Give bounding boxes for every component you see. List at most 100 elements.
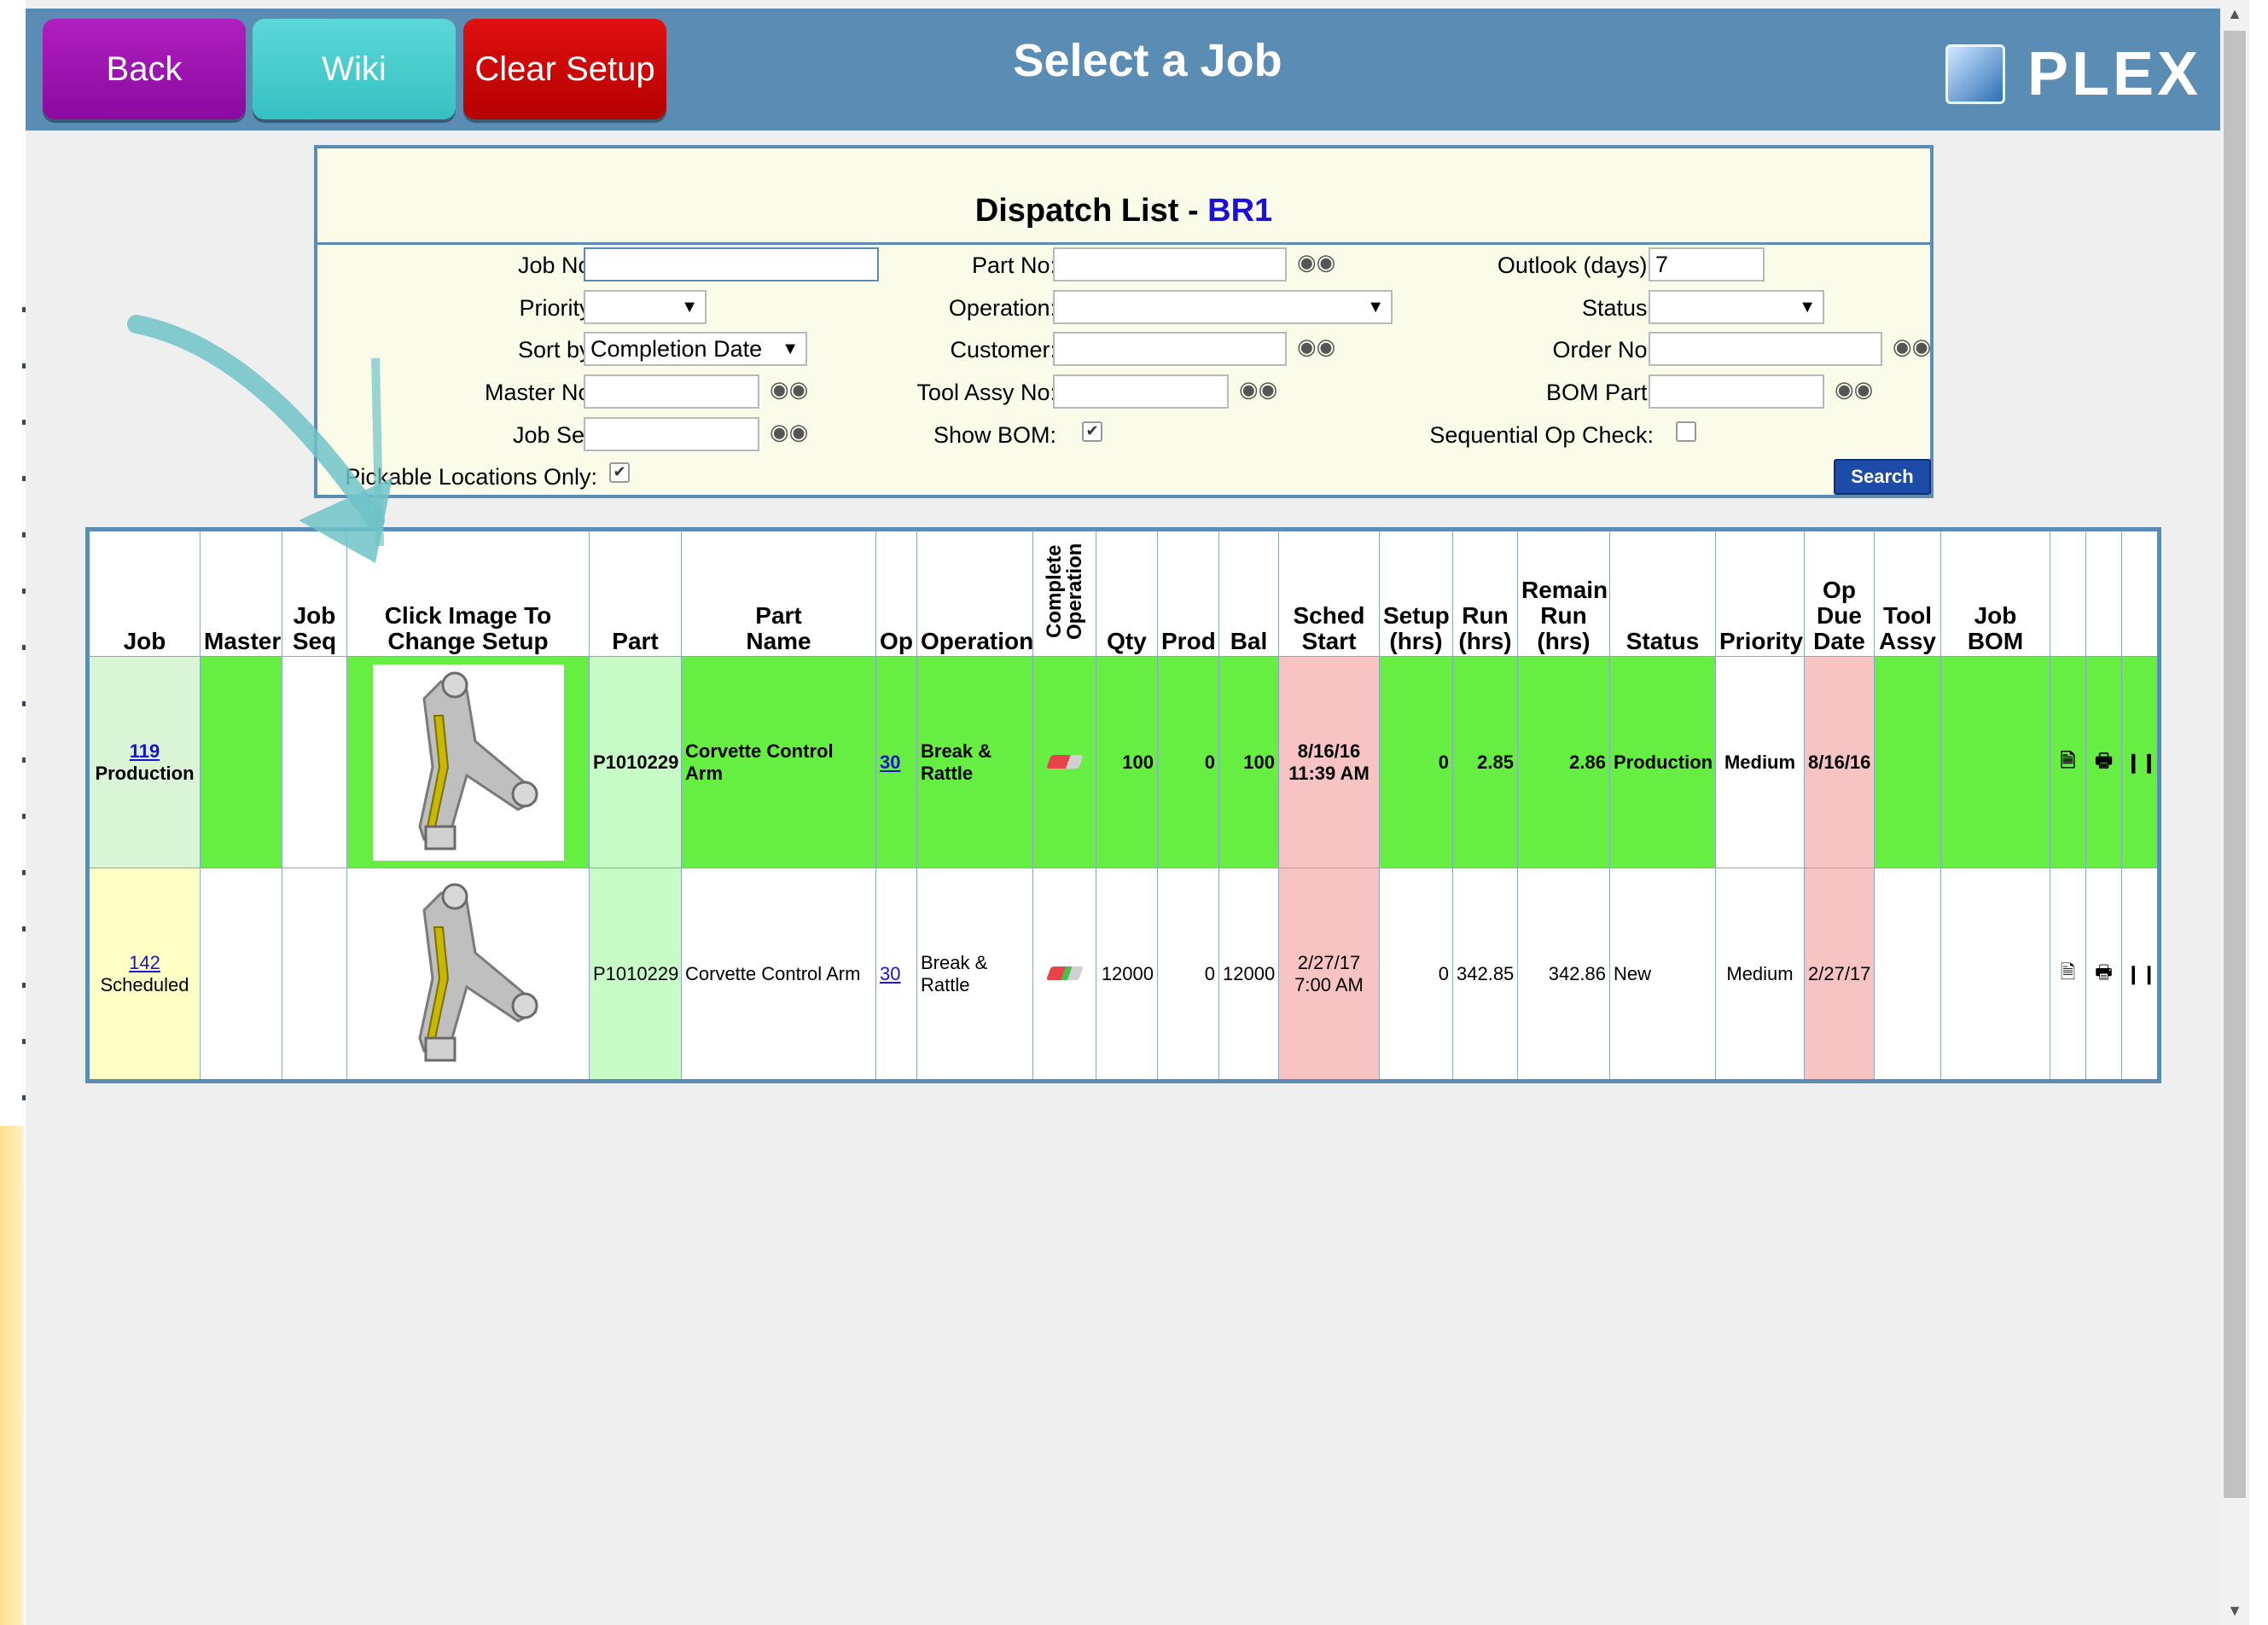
priority-cell: Medium bbox=[1715, 868, 1805, 1082]
binoculars-icon[interactable]: ◉◉ bbox=[1297, 249, 1335, 276]
control-arm-image bbox=[417, 671, 538, 850]
master-no-input[interactable] bbox=[584, 374, 759, 409]
operation-select[interactable]: ▼ bbox=[1053, 290, 1393, 324]
job-set-input[interactable] bbox=[584, 417, 759, 451]
plex-logo: PLEX bbox=[1945, 39, 2201, 109]
col-job-seq-line2: Seq bbox=[292, 628, 337, 654]
col-barcode bbox=[2121, 529, 2160, 657]
search-button[interactable]: Search bbox=[1834, 459, 1931, 495]
setup-hrs-cell: 0 bbox=[1379, 656, 1453, 868]
priority-select[interactable]: ▼ bbox=[584, 290, 707, 324]
col-tool-assy[interactable]: Tool Assy bbox=[1874, 529, 1941, 657]
col-op-due-line1: Op bbox=[1823, 577, 1856, 603]
vertical-scrollbar[interactable]: ▲ ▼ bbox=[2220, 0, 2249, 1625]
sort-by-select[interactable]: Completion Date ▼ bbox=[584, 332, 807, 366]
col-remain-run-hrs[interactable]: Remain Run (hrs) bbox=[1517, 529, 1610, 657]
clear-setup-button[interactable]: Clear Setup bbox=[463, 19, 666, 119]
barcode-icon[interactable]: ❙❙❙ bbox=[2121, 656, 2160, 868]
col-setup-hrs-line1: Setup bbox=[1383, 602, 1450, 629]
col-op-due-date[interactable]: Op Due Date bbox=[1804, 529, 1875, 657]
bom-part-input[interactable] bbox=[1649, 374, 1824, 409]
part-no-input[interactable] bbox=[1053, 247, 1287, 281]
col-sched-start[interactable]: Sched Start bbox=[1278, 529, 1380, 657]
complete-operation-icon[interactable] bbox=[1045, 966, 1084, 980]
col-operation[interactable]: Operation bbox=[916, 529, 1033, 657]
col-priority[interactable]: Priority bbox=[1715, 529, 1805, 657]
document-icon[interactable]: 🗎 bbox=[2050, 656, 2086, 868]
master-no-label: Master No: bbox=[484, 380, 597, 405]
scrollbar-thumb[interactable] bbox=[2224, 31, 2246, 1498]
prod-cell: 0 bbox=[1157, 868, 1219, 1082]
binoculars-icon[interactable]: ◉◉ bbox=[1893, 334, 1931, 360]
op-link[interactable]: 30 bbox=[880, 752, 900, 773]
outlook-days-input[interactable]: 7 bbox=[1649, 247, 1765, 281]
binoculars-icon[interactable]: ◉◉ bbox=[1835, 376, 1873, 403]
pickable-locations-checkbox[interactable]: ✔ bbox=[609, 462, 630, 483]
scroll-down-icon[interactable]: ▼ bbox=[2220, 1602, 2249, 1620]
col-bal[interactable]: Bal bbox=[1218, 529, 1279, 657]
job-link[interactable]: 142 bbox=[129, 952, 160, 973]
binoculars-icon[interactable]: ◉◉ bbox=[770, 419, 808, 445]
col-remain-run-line3: (hrs) bbox=[1537, 628, 1591, 654]
table-row: 119 Production P1010229 Corvette Control … bbox=[87, 656, 2160, 868]
col-setup-hrs[interactable]: Setup (hrs) bbox=[1379, 529, 1453, 657]
col-qty[interactable]: Qty bbox=[1096, 529, 1158, 657]
plex-logo-icon bbox=[1945, 44, 2005, 104]
col-op[interactable]: Op bbox=[875, 529, 917, 657]
dropdown-arrow-icon: ▼ bbox=[1367, 298, 1384, 316]
col-master[interactable]: Master bbox=[200, 529, 282, 657]
operation-line1: Break & bbox=[921, 951, 988, 973]
printer-icon[interactable]: 🖶 bbox=[2085, 656, 2122, 868]
col-prod[interactable]: Prod bbox=[1157, 529, 1219, 657]
col-job[interactable]: Job bbox=[87, 529, 201, 657]
plex-logo-text: PLEX bbox=[2027, 40, 2202, 108]
col-setup-hrs-line2: (hrs) bbox=[1389, 628, 1443, 654]
col-status[interactable]: Status bbox=[1609, 529, 1716, 657]
col-click-image[interactable]: Click Image To Change Setup bbox=[346, 529, 590, 657]
part-image-cell[interactable] bbox=[346, 656, 590, 868]
barcode-icon[interactable]: ❙❙❙ bbox=[2121, 868, 2160, 1082]
title-divider bbox=[317, 242, 1930, 245]
priority-cell: Medium bbox=[1715, 656, 1805, 868]
part-no-label: Part No: bbox=[971, 252, 1056, 278]
job-cell: 142 Scheduled bbox=[87, 868, 201, 1082]
part-image-cell[interactable] bbox=[346, 868, 590, 1082]
binoculars-icon[interactable]: ◉◉ bbox=[1239, 376, 1277, 403]
back-button[interactable]: Back bbox=[43, 19, 246, 119]
col-job-bom[interactable]: Job BOM bbox=[1940, 529, 2050, 657]
background-strip bbox=[0, 1126, 24, 1625]
part-image[interactable] bbox=[372, 664, 564, 861]
plex-app: Back Wiki Clear Setup Select a Job PLEX … bbox=[26, 0, 2220, 1625]
sequential-op-check-checkbox[interactable] bbox=[1676, 421, 1696, 442]
scroll-up-icon[interactable]: ▲ bbox=[2220, 5, 2249, 23]
part-image[interactable] bbox=[372, 875, 564, 1072]
job-link[interactable]: 119 bbox=[130, 740, 160, 762]
col-run-hrs[interactable]: Run (hrs) bbox=[1452, 529, 1518, 657]
binoculars-icon[interactable]: ◉◉ bbox=[1297, 334, 1335, 360]
customer-input[interactable] bbox=[1053, 332, 1287, 366]
col-part[interactable]: Part bbox=[589, 529, 682, 657]
show-bom-checkbox[interactable]: ✔ bbox=[1082, 421, 1102, 442]
col-complete-operation[interactable]: Complete Operation bbox=[1032, 529, 1096, 657]
table-row: 142 Scheduled P1010229 Corvette Control A… bbox=[87, 868, 2160, 1082]
col-tool-assy-line2: Assy bbox=[1879, 628, 1936, 654]
col-part-name[interactable]: Part Name bbox=[681, 529, 876, 657]
document-icon[interactable]: 🗎 bbox=[2050, 868, 2086, 1082]
complete-operation-icon[interactable] bbox=[1045, 754, 1084, 769]
printer-icon[interactable]: 🖶 bbox=[2085, 868, 2122, 1082]
binoculars-icon[interactable]: ◉◉ bbox=[770, 376, 808, 403]
col-document bbox=[2050, 529, 2086, 657]
part-cell: P1010229 bbox=[589, 868, 682, 1082]
col-job-seq[interactable]: Job Seq bbox=[282, 529, 347, 657]
wiki-button[interactable]: Wiki bbox=[253, 19, 456, 119]
page-title: Select a Job bbox=[1013, 35, 1282, 86]
status-select[interactable]: ▼ bbox=[1649, 290, 1824, 324]
operation-line1: Break & bbox=[921, 740, 992, 762]
tool-assy-no-input[interactable] bbox=[1053, 374, 1229, 409]
order-no-input[interactable] bbox=[1649, 332, 1882, 366]
dropdown-arrow-icon: ▼ bbox=[782, 340, 799, 358]
col-click-image-line1: Click Image To bbox=[384, 602, 552, 629]
op-link[interactable]: 30 bbox=[880, 963, 900, 984]
col-op-due-line2: Due bbox=[1817, 602, 1862, 629]
part-cell: P1010229 bbox=[589, 656, 682, 868]
